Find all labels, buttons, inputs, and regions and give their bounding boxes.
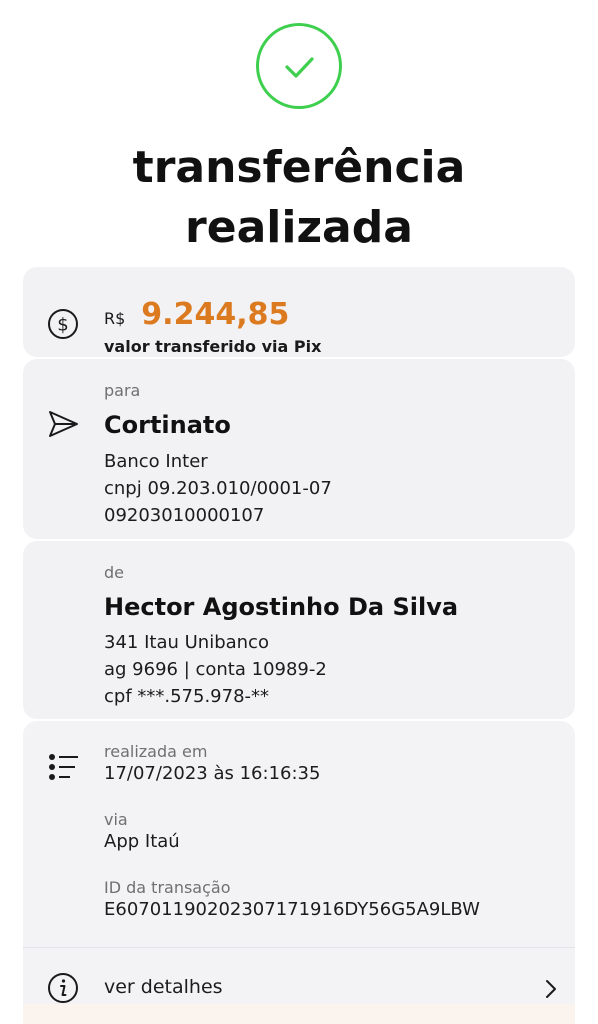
amount-card: $ R$ 9.244,85 valor transferido via Pix: [23, 267, 575, 357]
check-circle-icon: [256, 23, 342, 109]
amount-caption: valor transferido via Pix: [104, 337, 322, 356]
sender-card: de Hector Agostinho Da Silva 341 Itau Un…: [23, 541, 575, 719]
sender-name: Hector Agostinho Da Silva: [104, 593, 459, 621]
date-label: realizada em: [104, 742, 208, 761]
recipient-card: para Cortinato Banco Inter cnpj 09.203.0…: [23, 359, 575, 539]
page-title-line-2: realizada: [185, 202, 413, 253]
page-title: transferência realizada: [0, 138, 598, 258]
recipient-name: Cortinato: [104, 411, 231, 439]
channel-value: App Itaú: [104, 831, 180, 852]
transaction-id-label: ID da transação: [104, 878, 231, 897]
recipient-bank: Banco Inter: [104, 451, 208, 472]
svg-text:$: $: [57, 315, 68, 336]
recipient-document: cnpj 09.203.010/0001-07: [104, 478, 332, 499]
date-value: 17/07/2023 às 16:16:35: [104, 763, 321, 784]
page-title-line-1: transferência: [132, 142, 466, 193]
channel-label: via: [104, 810, 128, 829]
dollar-circle-icon: $: [48, 309, 78, 339]
chevron-right-icon[interactable]: [541, 977, 561, 1001]
sender-bank: 341 Itau Unibanco: [104, 632, 269, 653]
sender-label: de: [104, 563, 124, 582]
recipient-label: para: [104, 381, 141, 400]
transaction-info-card: realizada em 17/07/2023 às 16:16:35 via …: [23, 721, 575, 1024]
amount-line: R$ 9.244,85: [104, 294, 289, 340]
info-icon: [48, 973, 78, 1003]
amount-value: 9.244,85: [141, 297, 290, 332]
bottom-strip: [23, 1004, 575, 1024]
sender-document: cpf ***.575.978-**: [104, 686, 270, 707]
view-details-label[interactable]: ver detalhes: [104, 976, 223, 998]
recipient-key: 09203010000107: [104, 505, 265, 526]
send-icon: [49, 411, 78, 437]
currency-label: R$: [104, 309, 126, 328]
transaction-id-value: E60701190202307171916DY56G5A9LBW: [104, 899, 480, 920]
list-icon: [49, 754, 78, 780]
sender-account: ag 9696 | conta 10989-2: [104, 659, 327, 680]
